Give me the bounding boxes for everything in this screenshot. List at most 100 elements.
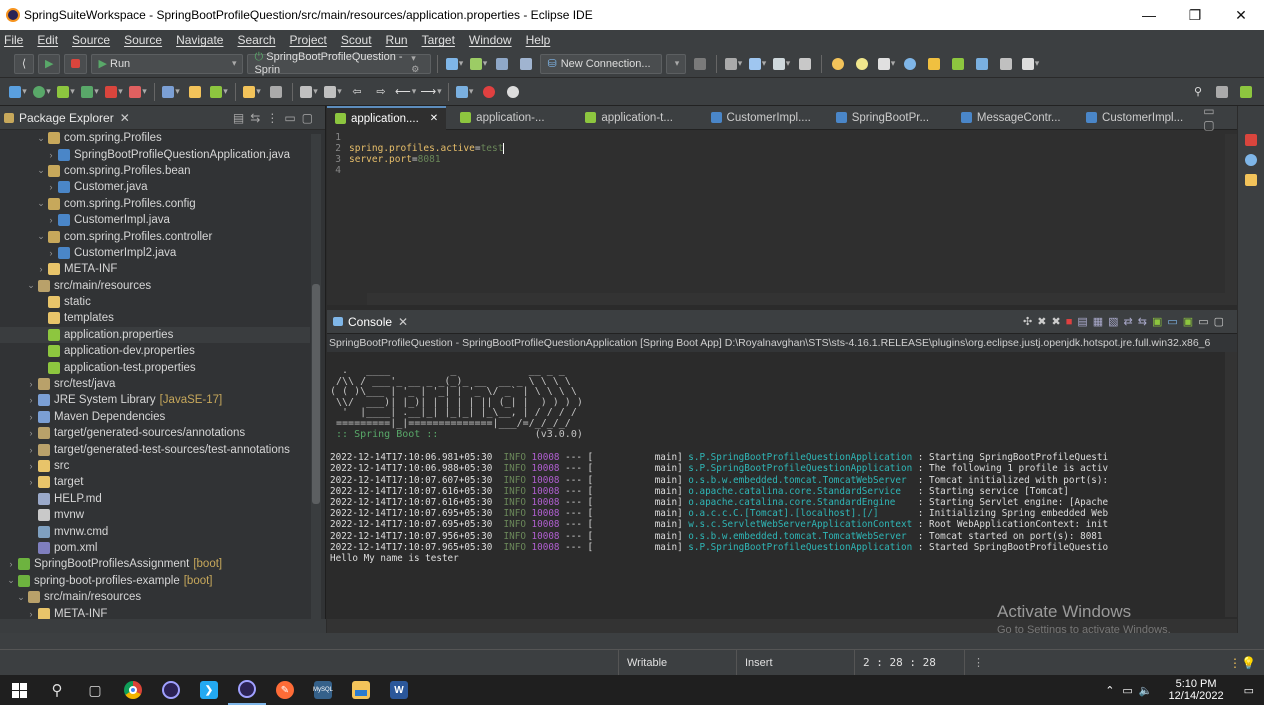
editor-vertical-scrollbar[interactable] bbox=[1225, 134, 1237, 294]
eclipse-active-icon[interactable] bbox=[228, 675, 266, 705]
tree-item[interactable]: mvnw bbox=[0, 507, 310, 523]
network-icon[interactable]: ▭ bbox=[1122, 684, 1132, 697]
file-explorer-icon[interactable] bbox=[342, 675, 380, 705]
chevron-right-icon[interactable]: › bbox=[26, 461, 36, 471]
notifications-icon[interactable]: ▭ bbox=[1244, 684, 1254, 697]
sql-editor-icon[interactable] bbox=[690, 54, 710, 74]
close-icon[interactable]: ✕ bbox=[398, 315, 408, 329]
tree-item[interactable]: application-test.properties bbox=[0, 359, 310, 375]
editor-tab[interactable]: application-... bbox=[452, 106, 571, 130]
cloud-icon[interactable] bbox=[503, 82, 523, 102]
tree-item[interactable]: › Maven Dependencies bbox=[0, 409, 310, 425]
tree-item[interactable]: application-dev.properties bbox=[0, 343, 310, 359]
editor-tab[interactable]: application-t... bbox=[577, 106, 696, 130]
new-connection-button[interactable]: ⛁ New Connection... bbox=[540, 53, 663, 74]
menu-navigate[interactable]: Navigate bbox=[176, 33, 223, 47]
format-icon[interactable] bbox=[266, 82, 286, 102]
search-icon[interactable]: ⚲ bbox=[38, 675, 76, 705]
new-java-icon[interactable]: ▾ bbox=[468, 54, 488, 74]
chevron-right-icon[interactable]: › bbox=[26, 445, 36, 455]
globe-icon[interactable] bbox=[900, 54, 920, 74]
chevron-down-icon[interactable]: ⌄ bbox=[36, 133, 46, 144]
align-icon[interactable]: ▾ bbox=[771, 54, 791, 74]
tree-item[interactable]: pom.xml bbox=[0, 540, 310, 556]
chevron-down-icon[interactable]: ⌄ bbox=[16, 592, 26, 603]
chevron-down-icon[interactable]: ⌄ bbox=[6, 575, 16, 586]
editor-tab[interactable]: MessageContr... bbox=[953, 106, 1072, 130]
task-view-icon[interactable]: ▢ bbox=[76, 675, 114, 705]
menu-help[interactable]: Help bbox=[526, 33, 551, 47]
search-icon[interactable]: ⚲ bbox=[1188, 82, 1208, 102]
tree-item[interactable]: › CustomerImpl.java bbox=[0, 212, 310, 228]
chevron-right-icon[interactable]: › bbox=[46, 215, 56, 225]
tree-vertical-scrollbar[interactable] bbox=[311, 134, 321, 620]
coverage-icon[interactable]: ▾ bbox=[56, 82, 76, 102]
save-icon[interactable] bbox=[492, 54, 512, 74]
console-vertical-scrollbar[interactable] bbox=[1225, 352, 1237, 617]
chevron-right-icon[interactable]: › bbox=[26, 609, 36, 619]
save-all-icon[interactable] bbox=[516, 54, 536, 74]
search-file-icon[interactable]: ▾ bbox=[209, 82, 229, 102]
prev-annotation-icon[interactable]: ▾ bbox=[323, 82, 343, 102]
tree-item[interactable]: › SpringBootProfilesAssignment [boot] bbox=[0, 556, 310, 572]
chevron-right-icon[interactable]: › bbox=[26, 395, 36, 405]
run-icon[interactable]: ▶ bbox=[38, 53, 61, 74]
menu-search[interactable]: Search bbox=[237, 33, 275, 47]
connection-dropdown[interactable]: ▾ bbox=[666, 53, 687, 74]
tree-item[interactable]: › target bbox=[0, 474, 310, 490]
open-type-icon[interactable]: ▾ bbox=[161, 82, 181, 102]
tree-item[interactable]: › src bbox=[0, 458, 310, 474]
debug-run-icon[interactable]: ▾ bbox=[8, 82, 28, 102]
spring-dashboard-icon[interactable] bbox=[1245, 134, 1257, 146]
vscode-icon[interactable]: ❯ bbox=[190, 675, 228, 705]
chevron-right-icon[interactable]: › bbox=[26, 379, 36, 389]
new-file-icon[interactable]: ▾ bbox=[444, 54, 464, 74]
open-perspective-icon[interactable] bbox=[1212, 82, 1232, 102]
menu-edit[interactable]: Edit bbox=[37, 33, 58, 47]
forward-edit-icon[interactable]: ⇨ bbox=[371, 82, 391, 102]
wrench-icon[interactable] bbox=[948, 54, 968, 74]
red-dot-icon[interactable] bbox=[479, 82, 499, 102]
menu-run[interactable]: Run bbox=[386, 33, 408, 47]
view-menu-icon[interactable]: ▤⇆⋮▭▢ bbox=[233, 111, 325, 125]
tree-item[interactable]: HELP.md bbox=[0, 491, 310, 507]
run-last-icon[interactable]: ▾ bbox=[32, 82, 52, 102]
chevron-right-icon[interactable]: › bbox=[46, 248, 56, 258]
tree-item[interactable]: › SpringBootProfileQuestionApplication.ja… bbox=[0, 146, 310, 162]
pin-editor-icon[interactable]: ▾ bbox=[455, 82, 475, 102]
menu-project[interactable]: Project bbox=[290, 33, 327, 47]
editor-tab[interactable]: application.... ✕ bbox=[327, 105, 447, 130]
tree-item[interactable]: ⌄ com.spring.Profiles bbox=[0, 130, 310, 146]
stop-icon[interactable] bbox=[64, 53, 88, 74]
tree-item[interactable]: › JRE System Library [JavaSE-17] bbox=[0, 392, 310, 408]
tray-overflow-icon[interactable]: ⌃ bbox=[1105, 684, 1114, 697]
tree-item[interactable]: › META-INF bbox=[0, 605, 310, 620]
open-task-icon[interactable] bbox=[185, 82, 205, 102]
close-button[interactable]: ✕ bbox=[1218, 7, 1264, 24]
java-perspective-icon[interactable] bbox=[1236, 82, 1256, 102]
task-list-icon[interactable] bbox=[1245, 174, 1257, 186]
close-icon[interactable]: ✕ bbox=[120, 111, 130, 125]
tree-item[interactable]: › Customer.java bbox=[0, 179, 310, 195]
tree-item[interactable]: ⌄ com.spring.Profiles.config bbox=[0, 196, 310, 212]
tree-horizontal-scrollbar[interactable] bbox=[0, 619, 326, 633]
minimize-button[interactable]: — bbox=[1126, 7, 1172, 23]
task-icon[interactable]: ▾ bbox=[876, 54, 896, 74]
chevron-right-icon[interactable]: › bbox=[46, 150, 56, 160]
menu-target[interactable]: Target bbox=[422, 33, 455, 47]
chevron-down-icon[interactable]: ⌄ bbox=[36, 165, 46, 176]
console-output[interactable]: . ____ _ __ _ _ /\\ / ___'_ __ _ _(_)_ _… bbox=[327, 352, 1225, 617]
editor-tab[interactable]: CustomerImpl... bbox=[1078, 106, 1197, 130]
postman-icon[interactable]: ✎ bbox=[266, 675, 304, 705]
editor-tab[interactable]: CustomerImpl.... bbox=[703, 106, 822, 130]
launch-target-dropdown[interactable]: ⏻ SpringBootProfileQuestion - Sprin ▾ ⚙ bbox=[247, 51, 432, 76]
debug-icon[interactable] bbox=[795, 54, 815, 74]
class-icon[interactable] bbox=[972, 54, 992, 74]
close-icon[interactable]: ✕ bbox=[430, 113, 438, 124]
tree-item[interactable]: ⌄ com.spring.Profiles.controller bbox=[0, 228, 310, 244]
chevron-right-icon[interactable]: › bbox=[6, 559, 16, 569]
tree-item[interactable]: templates bbox=[0, 310, 310, 326]
launch-mode-dropdown[interactable]: ▶ Run ▾ bbox=[91, 53, 244, 74]
refresh-icon[interactable] bbox=[828, 54, 848, 74]
chevron-down-icon[interactable]: ⌄ bbox=[36, 198, 46, 209]
